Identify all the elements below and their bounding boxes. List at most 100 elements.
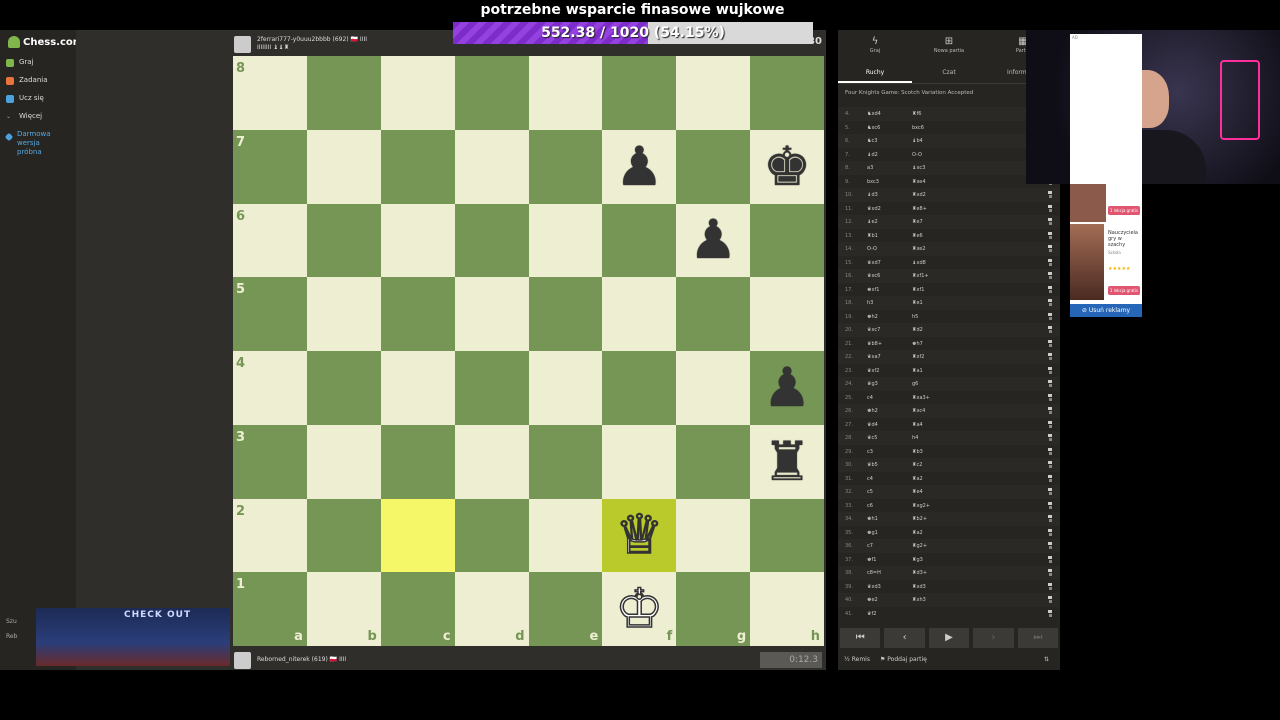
search-link[interactable]: Szu xyxy=(6,618,17,625)
square-d7[interactable] xyxy=(454,129,529,204)
black-move[interactable]: ♜xf2 xyxy=(912,354,924,360)
square-b4[interactable] xyxy=(306,351,381,425)
square-e5[interactable] xyxy=(528,277,603,351)
white-piece[interactable]: ♔ xyxy=(602,572,676,646)
black-move[interactable]: ♝b4 xyxy=(912,138,923,144)
white-move[interactable]: ♛f2 xyxy=(867,611,876,617)
square-c8[interactable] xyxy=(380,56,455,130)
square-c1[interactable]: c xyxy=(380,572,455,646)
white-move[interactable]: ♛xd3 xyxy=(867,584,881,590)
white-move[interactable]: c4 xyxy=(867,476,873,482)
square-c6[interactable] xyxy=(380,203,455,278)
black-move[interactable]: ♜c2 xyxy=(912,462,922,468)
black-piece[interactable]: ♚ xyxy=(750,130,824,204)
white-move[interactable]: ♛xc7 xyxy=(867,327,880,333)
white-move[interactable]: ♛g3 xyxy=(867,381,878,387)
black-move[interactable]: ♜a1 xyxy=(912,368,923,374)
square-h6[interactable] xyxy=(750,203,824,278)
black-move[interactable]: ♜d3+ xyxy=(912,570,927,576)
square-c2[interactable] xyxy=(380,498,455,573)
square-h1[interactable]: h xyxy=(750,572,824,646)
tab-new-game[interactable]: ⊞ Nowa partia xyxy=(912,30,986,60)
square-d2[interactable] xyxy=(454,498,529,573)
square-g3[interactable] xyxy=(676,424,751,499)
black-piece[interactable]: ♟ xyxy=(676,204,750,278)
square-h3[interactable]: ♜ xyxy=(750,424,824,499)
black-move[interactable]: h4 xyxy=(912,435,918,441)
square-e4[interactable] xyxy=(528,351,603,425)
nav-item-learn[interactable]: Ucz się xyxy=(6,94,44,103)
nav-item-free-trial[interactable]: Darmowa wersja próbna xyxy=(4,130,57,157)
white-move[interactable]: ♚e2 xyxy=(867,597,878,603)
square-g6[interactable]: ♟ xyxy=(676,203,751,278)
white-move[interactable]: ♚h1 xyxy=(867,516,878,522)
black-move[interactable]: ♝xc3 xyxy=(912,165,925,171)
square-d6[interactable] xyxy=(454,203,529,278)
white-move[interactable]: ♚h2 xyxy=(867,408,878,414)
black-move[interactable]: ♜e7 xyxy=(912,219,923,225)
white-move[interactable]: ♛b8+ xyxy=(867,341,882,347)
square-f6[interactable] xyxy=(602,203,677,278)
white-move[interactable]: c8=H xyxy=(867,570,881,576)
square-a2[interactable]: 2 xyxy=(233,498,307,573)
black-piece[interactable]: ♜ xyxy=(750,425,824,499)
white-move[interactable]: ♝d3 xyxy=(867,192,878,198)
square-f7[interactable]: ♟ xyxy=(602,129,677,204)
black-piece[interactable]: ♟ xyxy=(602,130,676,204)
black-move[interactable]: ♜xd2 xyxy=(912,192,926,198)
white-move[interactable]: ♛c5 xyxy=(867,435,877,441)
white-move[interactable]: ♛b5 xyxy=(867,462,878,468)
black-move[interactable]: ♜xg2+ xyxy=(912,503,930,509)
white-move[interactable]: a3 xyxy=(867,165,873,171)
white-move[interactable]: O-O xyxy=(867,246,877,252)
square-e6[interactable] xyxy=(528,203,603,278)
square-g2[interactable] xyxy=(676,498,751,573)
tab-play[interactable]: ϟ Graj xyxy=(838,30,912,60)
square-h2[interactable] xyxy=(750,498,824,573)
white-move[interactable]: c6 xyxy=(867,503,873,509)
tab-moves[interactable]: Ruchy xyxy=(838,64,912,83)
white-move[interactable]: bxc3 xyxy=(867,179,879,185)
square-f5[interactable] xyxy=(602,277,677,351)
white-move[interactable]: ♚f1 xyxy=(867,557,876,563)
black-move[interactable]: ♜xf1+ xyxy=(912,273,929,279)
black-move[interactable]: ♚h7 xyxy=(912,341,923,347)
resign-button[interactable]: ⚑ Poddaj partię xyxy=(880,656,927,663)
nav-item-play[interactable]: Graj xyxy=(6,58,34,67)
black-move[interactable]: ♜g2+ xyxy=(912,543,927,549)
black-move[interactable]: ♜e6 xyxy=(912,233,923,239)
white-move[interactable]: ♛d4 xyxy=(867,422,878,428)
avatar[interactable] xyxy=(234,651,251,669)
square-a6[interactable]: 6 xyxy=(233,203,307,278)
white-move[interactable]: ♞c3 xyxy=(867,138,877,144)
square-f1[interactable]: f ♔ xyxy=(602,572,677,646)
white-move[interactable]: ♞xd4 xyxy=(867,111,881,117)
white-move[interactable]: ♝d2 xyxy=(867,152,878,158)
black-move[interactable]: bxc6 xyxy=(912,125,924,131)
white-move[interactable]: ♚g1 xyxy=(867,530,878,536)
top-player-name[interactable]: 2ferrari777-y0uuu2bbbb (692) 🇵🇱 IIII xyxy=(257,36,367,44)
square-c7[interactable] xyxy=(380,129,455,204)
white-move[interactable]: ♛xf2 xyxy=(867,368,879,374)
black-move[interactable]: ♜a2 xyxy=(912,530,923,536)
square-a3[interactable]: 3 xyxy=(233,424,307,499)
square-b8[interactable] xyxy=(306,56,381,130)
white-move[interactable]: ♛xc6 xyxy=(867,273,880,279)
tab-chat[interactable]: Czat xyxy=(912,64,986,83)
square-e7[interactable] xyxy=(528,129,603,204)
white-move[interactable]: c4 xyxy=(867,395,873,401)
square-h7[interactable]: ♚ xyxy=(750,129,824,204)
square-b7[interactable] xyxy=(306,129,381,204)
square-c3[interactable] xyxy=(380,424,455,499)
square-g1[interactable]: g xyxy=(676,572,751,646)
black-move[interactable]: ♜a4 xyxy=(912,422,923,428)
square-g5[interactable] xyxy=(676,277,751,351)
previous-move-button[interactable]: ‹ xyxy=(884,628,925,648)
advertisement[interactable]: AD 1 lekcja gratis Nauczyciela gry w sza… xyxy=(1070,34,1142,317)
black-move[interactable]: O-O xyxy=(912,152,922,158)
white-move[interactable]: ♚h2 xyxy=(867,314,878,320)
black-move[interactable]: ♜b2+ xyxy=(912,516,927,522)
bottom-player-name[interactable]: Reborned_niterek (619) 🇵🇱 IIII xyxy=(257,656,346,664)
square-f3[interactable] xyxy=(602,424,677,499)
black-move[interactable]: h5 xyxy=(912,314,918,320)
